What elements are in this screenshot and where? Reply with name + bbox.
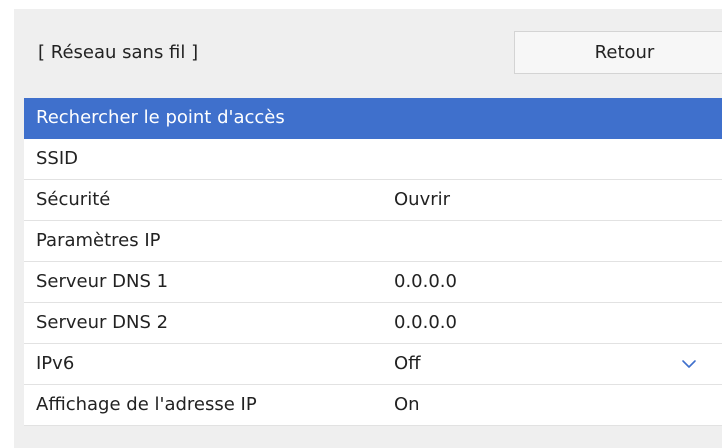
chevron-down-icon[interactable] [681, 356, 697, 372]
menu-item-search-access-point[interactable]: Rechercher le point d'accès [24, 98, 722, 139]
menu-item-label: Paramètres IP [36, 230, 161, 251]
page-title: [ Réseau sans fil ] [38, 42, 199, 63]
menu-item-ssid[interactable]: SSID [24, 139, 722, 180]
menu-item-label: Affichage de l'adresse IP [36, 394, 257, 415]
menu-item-label: Sécurité [36, 189, 111, 210]
menu-item-ip-settings[interactable]: Paramètres IP [24, 221, 722, 262]
menu-item-label: SSID [36, 148, 79, 169]
menu-item-value: Ouvrir [394, 189, 451, 210]
menu-item-value: 0.0.0.0 [394, 312, 457, 333]
menu-item-value: Off [394, 353, 421, 374]
menu-item-ipv6[interactable]: IPv6 Off [24, 344, 722, 385]
menu-item-value: 0.0.0.0 [394, 271, 457, 292]
menu-item-value: On [394, 394, 420, 415]
menu-item-label: Serveur DNS 1 [36, 271, 169, 292]
menu-item-label: Serveur DNS 2 [36, 312, 169, 333]
menu-item-label: IPv6 [36, 353, 75, 374]
menu-item-dns-server-1[interactable]: Serveur DNS 1 0.0.0.0 [24, 262, 722, 303]
menu-item-ip-address-display[interactable]: Affichage de l'adresse IP On [24, 385, 722, 426]
menu-item-label: Rechercher le point d'accès [36, 107, 285, 128]
menu-item-security[interactable]: Sécurité Ouvrir [24, 180, 722, 221]
back-button[interactable]: Retour [514, 31, 722, 74]
settings-menu: Rechercher le point d'accès SSID Sécurit… [24, 98, 722, 426]
menu-item-dns-server-2[interactable]: Serveur DNS 2 0.0.0.0 [24, 303, 722, 344]
